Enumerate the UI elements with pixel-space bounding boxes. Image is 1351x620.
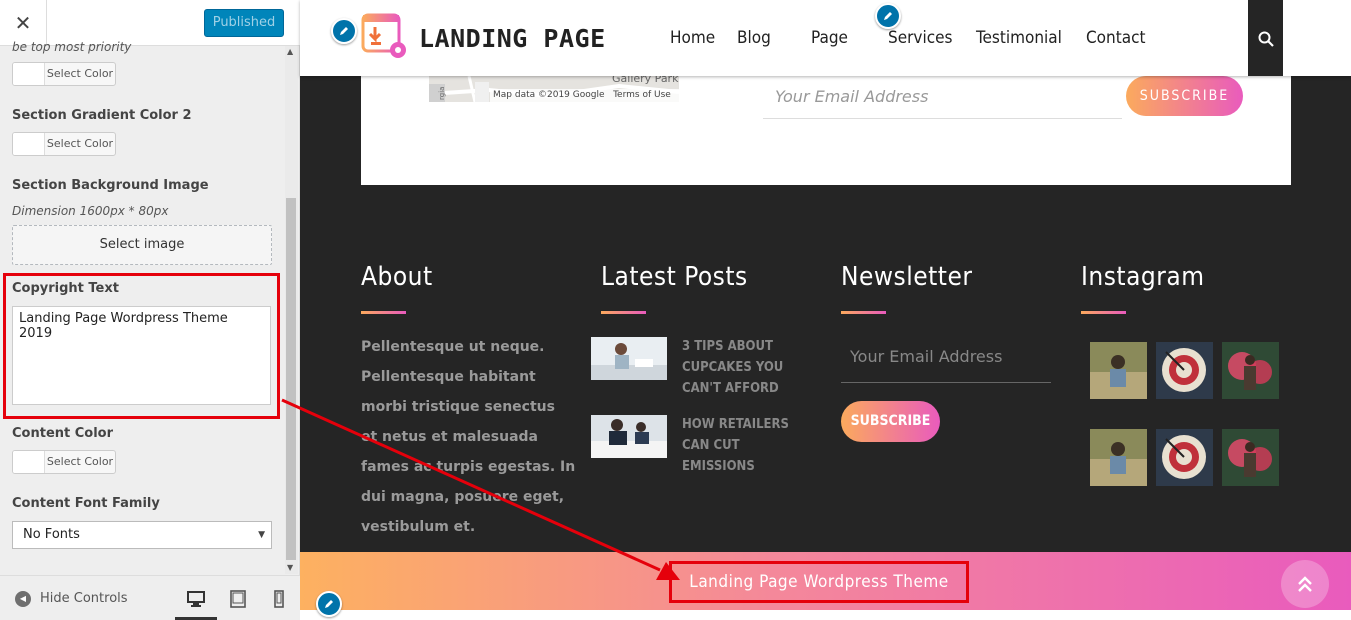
select-color-button-1[interactable]: Select Color <box>12 62 116 86</box>
post-title-link[interactable]: 3 TIPS ABOUT CUPCAKES YOU CAN'T AFFORD <box>682 336 812 399</box>
instagram-thumbnail[interactable] <box>1156 342 1213 399</box>
back-to-top-button[interactable] <box>1281 560 1329 608</box>
instagram-title: Instagram <box>1081 262 1205 292</box>
post-title-link[interactable]: HOW RETAILERS CAN CUT EMISSIONS <box>682 414 812 477</box>
nav-testimonial[interactable]: Testimonial <box>976 28 1062 48</box>
select-color-label: Select Color <box>46 455 114 468</box>
highlight-box-copyright-field <box>3 273 280 419</box>
color-swatch <box>13 133 45 155</box>
logo-icon[interactable] <box>361 13 409 61</box>
nav-page[interactable]: Page <box>811 28 848 48</box>
hide-controls-icon[interactable]: ◀ <box>15 591 31 607</box>
instagram-thumbnail[interactable] <box>1156 429 1213 486</box>
post-thumbnail[interactable] <box>591 415 667 458</box>
edit-shortcut-pencil-icon[interactable] <box>316 591 342 617</box>
font-family-value: No Fonts <box>23 527 80 542</box>
desktop-icon[interactable] <box>187 590 205 608</box>
logo-text[interactable]: LANDING PAGE <box>419 24 606 53</box>
newsletter-subscribe-button[interactable]: SUBSCRIBE <box>841 401 940 442</box>
nav-home[interactable]: Home <box>670 28 715 48</box>
scrollbar-thumb[interactable] <box>286 198 296 560</box>
nav-blog[interactable]: Blog <box>737 28 771 48</box>
title-underline <box>1081 311 1126 314</box>
map-attribution: Map data ©2019 Google Terms of Use <box>490 89 679 102</box>
hide-controls-button[interactable]: Hide Controls <box>40 591 128 606</box>
map-terms-link[interactable]: Terms of Use <box>613 90 671 100</box>
newsletter-title: Newsletter <box>841 262 973 292</box>
post-thumbnail[interactable] <box>591 337 667 380</box>
subscribe-button[interactable]: SUBSCRIBE <box>1126 76 1243 116</box>
edit-shortcut-pencil-icon[interactable] <box>875 3 901 29</box>
truncated-description: be top most priority <box>12 40 132 54</box>
instagram-thumbnail[interactable] <box>1222 429 1279 486</box>
tablet-icon[interactable] <box>229 590 247 608</box>
instagram-thumbnail[interactable] <box>1090 342 1147 399</box>
select-color-button-2[interactable]: Select Color <box>12 132 116 156</box>
about-text: Pellentesque ut neque. Pellentesque habi… <box>361 339 576 535</box>
highlight-box-copyright-text <box>669 561 969 603</box>
color-swatch <box>13 63 45 85</box>
gradient-color-2-label: Section Gradient Color 2 <box>12 108 192 123</box>
page-bottom <box>300 610 1351 620</box>
title-underline <box>361 311 406 314</box>
nav-contact[interactable]: Contact <box>1086 28 1146 48</box>
bg-image-dimension-note: Dimension 1600px * 80px <box>12 204 169 218</box>
select-color-button-3[interactable]: Select Color <box>12 450 116 474</box>
mobile-icon[interactable] <box>270 590 288 608</box>
content-color-label: Content Color <box>12 426 114 441</box>
edit-shortcut-pencil-icon[interactable] <box>331 18 357 44</box>
search-icon <box>1258 31 1274 47</box>
select-color-label: Select Color <box>46 67 114 80</box>
nav-services[interactable]: Services <box>888 28 953 48</box>
chevron-down-icon: ▼ <box>258 530 265 540</box>
title-underline <box>841 311 886 314</box>
search-button[interactable] <box>1248 0 1283 76</box>
color-swatch <box>13 451 45 473</box>
map-vertical-label: rgia <box>438 86 446 100</box>
double-chevron-up-icon <box>1298 576 1312 592</box>
select-color-label: Select Color <box>46 137 114 150</box>
font-family-label: Content Font Family <box>12 496 160 511</box>
title-underline <box>601 311 646 314</box>
subscribe-email-input[interactable]: Your Email Address <box>763 78 1122 119</box>
latest-posts-title: Latest Posts <box>601 262 748 292</box>
instagram-thumbnail[interactable] <box>1090 429 1147 486</box>
publish-button[interactable]: Published <box>204 9 284 37</box>
scroll-down-arrow-icon[interactable]: ▼ <box>287 563 293 572</box>
scroll-up-arrow-icon[interactable]: ▲ <box>287 47 293 56</box>
font-family-select[interactable]: No Fonts ▼ <box>12 521 272 549</box>
select-image-button[interactable]: Select image <box>12 225 272 265</box>
instagram-thumbnail[interactable] <box>1222 342 1279 399</box>
newsletter-email-input[interactable]: Your Email Address <box>841 338 1051 383</box>
about-title: About <box>361 262 433 292</box>
bg-image-label: Section Background Image <box>12 178 209 193</box>
